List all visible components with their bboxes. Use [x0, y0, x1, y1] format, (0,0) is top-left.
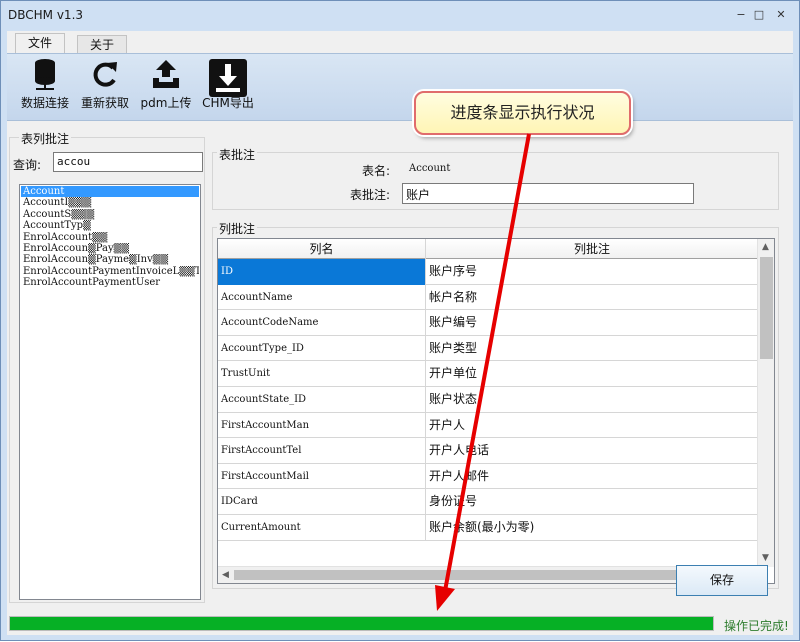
title-bar[interactable]: DBCHM v1.3 − □ ✕ — [1, 1, 799, 31]
column-name-cell[interactable]: AccountType_ID — [218, 335, 426, 362]
column-name-cell[interactable]: FirstAccountMail — [218, 463, 426, 490]
progress-bar — [9, 616, 714, 631]
query-input[interactable]: accou — [53, 152, 203, 172]
toolbar-ribbon: 数据连接 重新获取 pdm上传 CHM导出 — [7, 53, 793, 121]
column-name-cell[interactable]: FirstAccountTel — [218, 438, 426, 464]
column-name-cell[interactable]: FirstAccountMan — [218, 412, 426, 439]
column-name-cell[interactable]: AccountCodeName — [218, 310, 426, 336]
table-list-item[interactable]: EnrolAccountPaymentInvoiceL▒▒T — [21, 266, 199, 277]
table-list-item[interactable]: AccountI▒▒▒ — [21, 197, 199, 208]
tab-about[interactable]: 关于 — [77, 35, 128, 53]
horizontal-scroll-thumb[interactable] — [234, 570, 738, 580]
grid-row[interactable]: FirstAccountMan 开户人 — [218, 412, 758, 439]
column-comment-cell[interactable]: 身份证号 — [426, 489, 758, 515]
close-button[interactable]: ✕ — [771, 7, 791, 23]
table-list-item[interactable]: AccountTyp▒ — [21, 220, 199, 231]
client-area: 文件 关于 数据连接 重新获取 pdm上传 CHM导出 表列批注 查询: acc… — [7, 31, 793, 635]
table-comment-label: 表批注: — [350, 188, 391, 202]
scroll-left-icon[interactable]: ◀ — [222, 570, 229, 580]
column-comment-cell[interactable]: 账户类型 — [426, 336, 758, 362]
database-icon — [35, 59, 55, 90]
minimize-button[interactable]: − — [731, 7, 751, 23]
column-comment-cell[interactable]: 开户人电话 — [426, 438, 758, 464]
grid-row[interactable]: IDCard 身份证号 — [218, 489, 758, 515]
menu-bar: 文件 关于 — [7, 31, 793, 53]
maximize-button[interactable]: □ — [749, 7, 769, 23]
refresh-label: 重新获取 — [80, 96, 129, 110]
window-title: DBCHM v1.3 — [8, 8, 84, 22]
column-name-cell[interactable]: ID — [218, 259, 426, 285]
scroll-up-icon[interactable]: ▲ — [762, 242, 769, 252]
table-comment-group-title: 表批注 — [217, 146, 258, 163]
header-column-name[interactable]: 列名 — [218, 239, 426, 259]
grid-row[interactable]: AccountName 帐户名称 — [218, 284, 758, 311]
column-name-cell[interactable]: AccountState_ID — [218, 387, 426, 413]
table-list-item[interactable]: EnrolAccoun▒Pay▒▒ — [21, 243, 199, 254]
grid-row[interactable]: CurrentAmount 账户余额(最小为零) — [218, 515, 758, 541]
column-name-cell[interactable]: CurrentAmount — [218, 515, 426, 541]
download-icon — [209, 59, 247, 97]
column-comment-cell[interactable]: 账户余额(最小为零) — [426, 515, 758, 541]
grid-row[interactable]: ID 账户序号 — [218, 259, 758, 285]
pdm-upload-label: pdm上传 — [140, 96, 192, 110]
grid-row[interactable]: TrustUnit 开户单位 — [218, 361, 758, 387]
chm-export-label: CHM导出 — [202, 96, 254, 110]
upload-icon — [153, 60, 179, 88]
app-window: DBCHM v1.3 − □ ✕ 文件 关于 数据连接 重新获取 pdm上传 C… — [0, 0, 800, 641]
column-comment-cell[interactable]: 开户人邮件 — [426, 464, 758, 490]
refresh-button[interactable]: 重新获取 — [79, 58, 131, 111]
column-comment-cell[interactable]: 账户编号 — [426, 310, 758, 336]
column-comment-group-title: 列批注 — [217, 220, 258, 237]
header-column-comment[interactable]: 列批注 — [426, 239, 758, 259]
save-button[interactable]: 保存 — [676, 565, 768, 596]
annotation-callout: 进度条显示执行状况 — [414, 91, 631, 135]
column-grid[interactable]: 列名 列批注 ID 账户序号 AccountName 帐户名称 AccountCodeN… — [217, 238, 775, 584]
grid-header: 列名 列批注 — [218, 239, 758, 259]
column-comment-cell[interactable]: 帐户名称 — [426, 285, 758, 311]
table-name-value: Account — [409, 163, 451, 174]
table-list-item[interactable]: EnrolAccountPaymentUser — [21, 277, 199, 288]
vertical-scroll-thumb[interactable] — [760, 257, 773, 359]
grid-row[interactable]: AccountCodeName 账户编号 — [218, 310, 758, 336]
table-list-item[interactable]: Account — [21, 186, 199, 198]
column-name-cell[interactable]: TrustUnit — [218, 361, 426, 387]
db-connect-button[interactable]: 数据连接 — [19, 58, 71, 111]
grid-row[interactable]: FirstAccountMail 开户人邮件 — [218, 463, 758, 490]
tab-file[interactable]: 文件 — [15, 33, 66, 53]
db-connect-label: 数据连接 — [20, 96, 69, 110]
table-list-item[interactable]: AccountS▒▒▒ — [21, 209, 199, 220]
grid-row[interactable]: AccountType_ID 账户类型 — [218, 335, 758, 362]
pdm-upload-button[interactable]: pdm上传 — [139, 58, 193, 111]
query-label: 查询: — [13, 158, 42, 172]
column-comment-cell[interactable]: 开户单位 — [426, 361, 758, 387]
table-list[interactable]: Account AccountI▒▒▒ AccountS▒▒▒ AccountTyp▒… — [19, 184, 201, 600]
table-list-group-title: 表列批注 — [19, 130, 72, 147]
progress-fill — [10, 617, 713, 630]
chm-export-button[interactable]: CHM导出 — [201, 58, 255, 111]
refresh-icon — [93, 62, 117, 87]
table-name-label: 表名: — [362, 164, 391, 178]
status-text: 操作已完成! — [724, 619, 789, 633]
column-comment-cell[interactable]: 账户状态 — [426, 387, 758, 413]
table-list-item[interactable]: EnrolAccount▒▒ — [21, 232, 199, 243]
scroll-down-icon[interactable]: ▼ — [762, 553, 769, 563]
table-list-item[interactable]: EnrolAccoun▒Payme▒Inv▒▒ — [21, 254, 199, 265]
grid-row[interactable]: AccountState_ID 账户状态 — [218, 387, 758, 413]
column-name-cell[interactable]: AccountName — [218, 284, 426, 311]
column-comment-cell[interactable]: 开户人 — [426, 413, 758, 439]
column-comment-cell[interactable]: 账户序号 — [426, 259, 758, 285]
column-name-cell[interactable]: IDCard — [218, 489, 426, 515]
table-comment-input[interactable]: 账户 — [402, 183, 694, 204]
vertical-scrollbar[interactable]: ▲ ▼ — [757, 239, 774, 567]
grid-row[interactable]: FirstAccountTel 开户人电话 — [218, 438, 758, 464]
